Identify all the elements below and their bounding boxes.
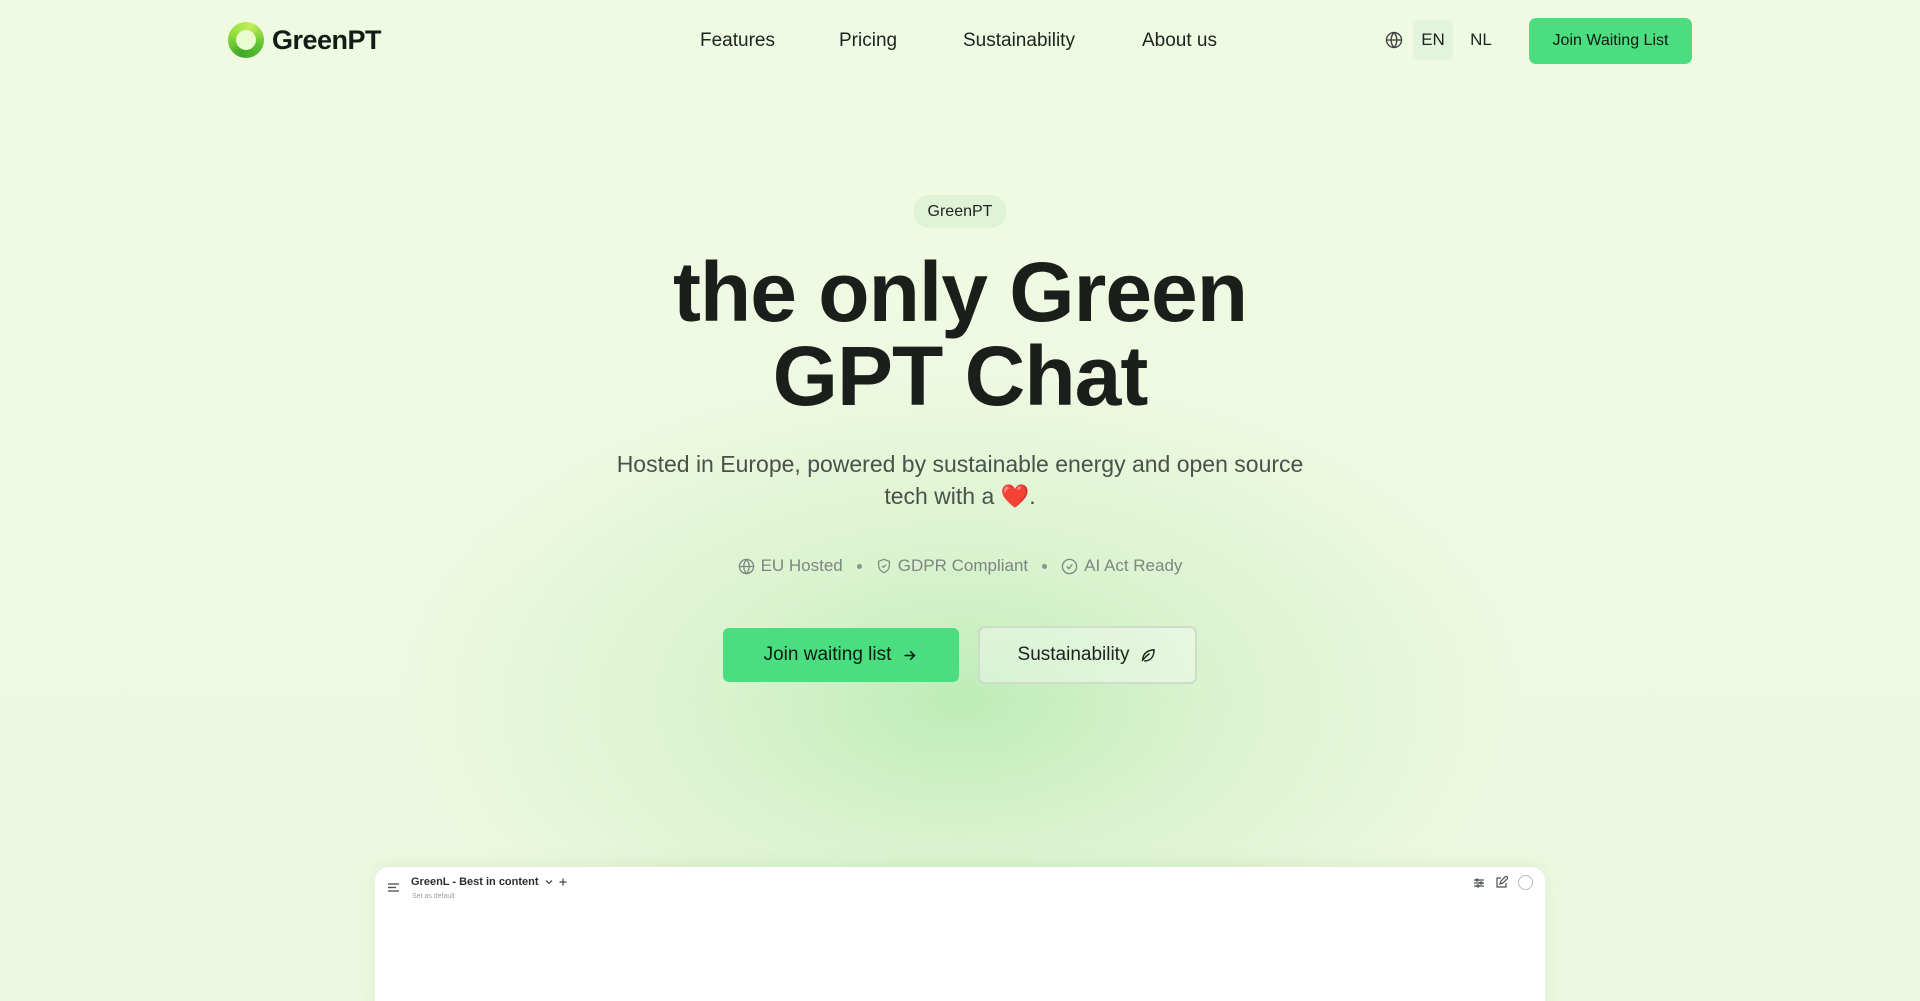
sustainability-cta[interactable]: Sustainability: [978, 626, 1197, 684]
nav-link-pricing[interactable]: Pricing: [839, 30, 897, 52]
badge-ai-act-ready: AI Act Ready: [1061, 556, 1182, 576]
cta-label: Sustainability: [1017, 644, 1130, 665]
preview-toolbar: [1473, 875, 1533, 890]
user-avatar-icon[interactable]: [1518, 875, 1533, 890]
settings-sliders-icon[interactable]: [1473, 877, 1485, 889]
chevron-down-icon: [545, 880, 553, 885]
language-nl-button[interactable]: NL: [1461, 20, 1501, 60]
badge-label: AI Act Ready: [1084, 556, 1183, 575]
brand-logo[interactable]: GreenPT: [228, 22, 382, 58]
join-waiting-list-cta[interactable]: Join waiting list: [723, 628, 959, 682]
menu-icon[interactable]: [388, 879, 399, 897]
check-circle-icon: [1061, 558, 1078, 574]
edit-icon[interactable]: [1495, 876, 1508, 889]
set-default-link[interactable]: Set as default: [412, 893, 455, 900]
language-en-button[interactable]: EN: [1413, 20, 1453, 60]
language-switcher: EN NL: [1383, 20, 1501, 60]
top-navigation: GreenPT Features Pricing Sustainability …: [0, 0, 1920, 82]
app-preview-window: GreenL - Best in content Set as default: [375, 867, 1545, 1001]
hero-headline: the only Green GPT Chat: [0, 250, 1920, 418]
brand-name: GreenPT: [272, 24, 382, 55]
leaf-icon: [1141, 648, 1156, 662]
model-name: GreenL - Best in content: [411, 876, 539, 888]
join-waiting-list-button[interactable]: Join Waiting List: [1529, 18, 1692, 64]
subtitle-line-2: tech with a: [884, 483, 995, 509]
badge-label: EU Hosted: [760, 556, 843, 575]
globe-icon: [1383, 29, 1405, 51]
nav-link-features[interactable]: Features: [700, 30, 775, 52]
shield-check-icon: [877, 558, 890, 574]
badge-eu-hosted: EU Hosted: [738, 556, 843, 576]
compliance-badges: EU Hosted GDPR Compliant AI Act Ready: [0, 556, 1920, 576]
arrow-right-icon: [904, 650, 916, 660]
cta-label: Join waiting list: [763, 644, 892, 665]
separator-dot: [856, 563, 862, 569]
subtitle-end: .: [1029, 483, 1036, 509]
badge-label: GDPR Compliant: [897, 556, 1029, 575]
subtitle-line-1: Hosted in Europe, powered by sustainable…: [616, 451, 1304, 477]
model-selector[interactable]: GreenL - Best in content: [411, 876, 567, 888]
headline-line-1: the only Green: [672, 245, 1248, 339]
hero-pill: GreenPT: [913, 195, 1007, 228]
badge-gdpr-compliant: GDPR Compliant: [876, 556, 1028, 576]
globe-icon: [738, 557, 754, 575]
nav-link-sustainability[interactable]: Sustainability: [963, 30, 1075, 52]
headline-line-2: GPT Chat: [772, 329, 1149, 423]
logo-ring-icon: [228, 22, 264, 58]
nav-link-about-us[interactable]: About us: [1142, 30, 1217, 52]
separator-dot: [1042, 563, 1048, 569]
hero-subtitle: Hosted in Europe, powered by sustainable…: [560, 448, 1360, 512]
heart-icon: ❤️: [1000, 483, 1030, 509]
plus-icon[interactable]: [559, 878, 567, 886]
